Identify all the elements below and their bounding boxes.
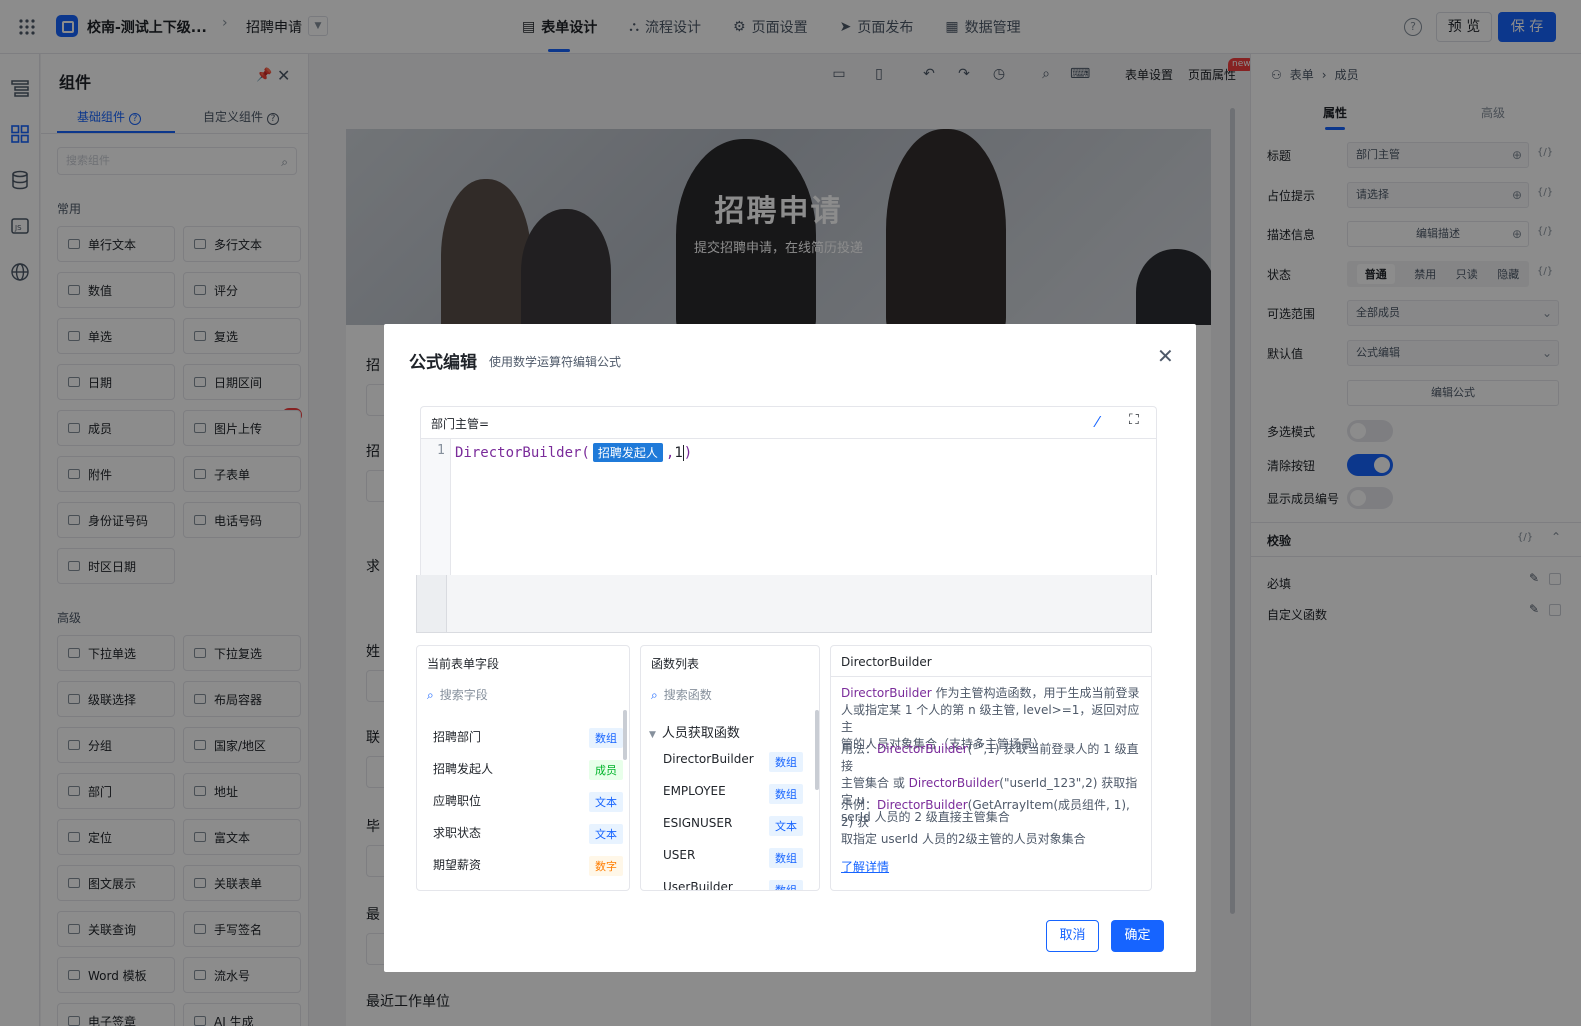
function-name: USER [663,848,696,862]
formula-editor[interactable]: 1 DirectorBuilder(招聘发起人, 1) [420,438,1157,575]
field-type-badge: 数字 [589,856,623,876]
divider [831,676,1151,677]
fn-name: DirectorBuilder [908,776,1000,790]
doc-line: 用法： [841,742,878,756]
formula-code[interactable]: DirectorBuilder(招聘发起人, 1) [455,443,692,462]
field-name: 应聘职位 [433,794,482,808]
field-name: 招聘发起人 [433,762,494,776]
function-type-badge: 数组 [769,752,803,772]
function-type-badge: 数组 [769,784,803,804]
function-type-badge: 数组 [769,848,803,868]
list-scrollbar[interactable] [815,710,819,790]
confirm-button[interactable]: 确定 [1111,920,1164,952]
field-row[interactable]: 招聘部门 数组 [433,728,623,748]
search-icon: ⌕ [427,688,434,702]
field-chip[interactable]: 招聘发起人 [592,443,663,462]
function-row[interactable]: USER 数组 [663,848,803,868]
fn-name: DirectorBuilder [841,686,932,700]
fn-name: DirectorBuilder [877,742,968,756]
doc-example: 示例：DirectorBuilder(GetArrayItem(成员组件, 1)… [841,797,1141,848]
caret-down-icon: ▼ [649,730,656,740]
function-search-input[interactable]: ⌕ 搜索函数 [651,686,712,703]
list-scrollbar[interactable] [623,710,627,760]
code-comma: , [665,444,675,461]
dialog-title: 公式编辑 [409,353,477,373]
field-row[interactable]: 应聘职位 文本 [433,792,623,812]
code-paren: ) [683,444,693,461]
panel-title: 当前表单字段 [427,657,500,671]
function-name: EMPLOYEE [663,784,726,798]
function-row[interactable]: EMPLOYEE 数组 [663,784,803,804]
search-placeholder: 搜索字段 [439,688,488,702]
dialog-subtitle: 使用数学运算符编辑公式 [489,355,622,369]
panel-title: 函数列表 [651,657,700,671]
field-type-badge: 成员 [589,760,623,780]
field-name: 招聘部门 [433,730,482,744]
editor-gutter [417,575,447,632]
field-search-input[interactable]: ⌕ 搜索字段 [427,686,488,703]
field-type-badge: 文本 [589,792,623,812]
function-row[interactable]: UserBuilder 数组 [663,880,803,891]
fn-name: DirectorBuilder [877,798,968,812]
formula-editor-lower[interactable] [416,575,1152,633]
field-name: 求职状态 [433,826,482,840]
function-type-badge: 数组 [769,880,803,890]
field-row[interactable]: 求职状态 文本 [433,824,623,844]
doc-title: DirectorBuilder [841,655,932,669]
function-doc-panel: DirectorBuilder DirectorBuilder 作为主管构造函数… [830,645,1152,891]
doc-line: 人或指定某 1 个人的第 n 级主管, [841,703,1020,717]
function-name: DirectorBuilder [663,752,754,766]
line-number: 1 [437,443,445,458]
field-row[interactable]: 期望薪资 数字 [433,856,623,876]
search-placeholder: 搜索函数 [663,688,712,702]
doc-line: 示例： [841,798,878,812]
fullscreen-icon[interactable]: ⛶ [1129,412,1139,428]
fields-panel: 当前表单字段 ⌕ 搜索字段 招聘部门 数组 招聘发起人 成员 应聘职位 文本 求职状态 文本 期望… [416,645,630,891]
learn-more-link[interactable]: 了解详情 [841,858,889,875]
field-type-badge: 文本 [589,824,623,844]
function-type-badge: 文本 [769,816,803,836]
code-function: DirectorBuilder( [455,444,590,461]
editor-gutter: 1 [421,439,451,575]
cancel-button[interactable]: 取消 [1046,920,1099,952]
function-row[interactable]: DirectorBuilder 数组 [663,752,803,772]
doc-line: 取指定 userId 人员的2级主管的人员对象集合 [841,832,1086,846]
doc-line: 主管集合 或 [841,776,909,790]
function-name: UserBuilder [663,880,733,891]
editor-header: 部门主管= ⁄ ⛶ [420,406,1157,438]
group-label: 人员获取函数 [661,726,740,741]
code-argument: 1 [674,444,683,461]
field-name: 期望薪资 [433,858,482,872]
doc-line: 作为主管构造函数，用于生成当前登录 [931,686,1140,700]
function-name: ESIGNUSER [663,816,733,830]
formula-editor-card: 公式编辑 使用数学运算符编辑公式 ✕ 部门主管= ⁄ ⛶ 1 DirectorB… [395,334,1189,575]
field-row[interactable]: 招聘发起人 成员 [433,760,623,780]
function-row[interactable]: ESIGNUSER 文本 [663,816,803,836]
search-icon: ⌕ [651,688,658,702]
editor-target-label: 部门主管= [431,417,490,431]
close-icon[interactable]: ✕ [1157,344,1174,368]
field-type-badge: 数组 [589,728,623,748]
function-group[interactable]: ▼ 人员获取函数 [649,722,740,741]
magic-wand-icon[interactable]: ⁄ [1096,413,1099,431]
functions-panel: 函数列表 ⌕ 搜索函数 ▼ 人员获取函数 DirectorBuilder 数组 EMPL… [640,645,820,891]
